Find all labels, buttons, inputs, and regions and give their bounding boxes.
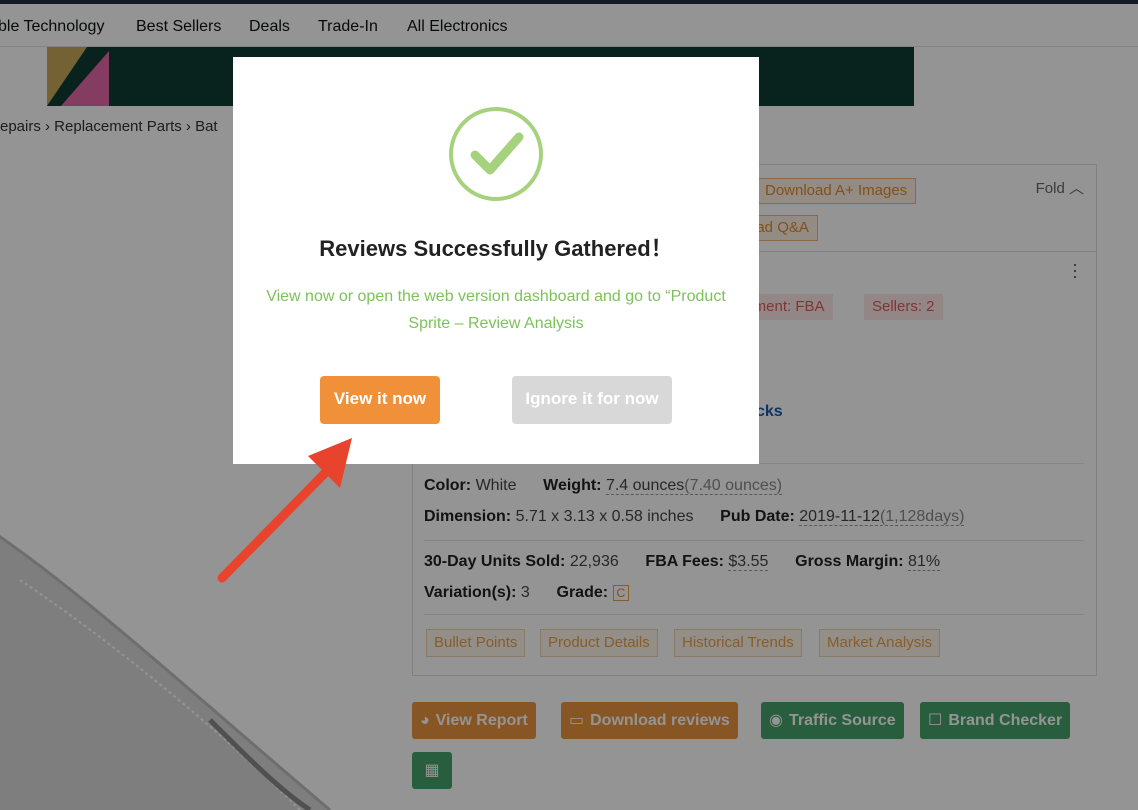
dialog-message: View now or open the web version dashboa… — [266, 288, 726, 332]
red-arrow-icon — [217, 438, 352, 583]
dialog-title: Reviews Successfully Gathered！ — [319, 236, 673, 261]
view-it-now-button[interactable]: View it now — [320, 376, 440, 424]
success-check-icon — [449, 107, 543, 201]
reviews-gathered-dialog: Reviews Successfully Gathered！ View now … — [233, 57, 759, 464]
ignore-it-for-now-button[interactable]: Ignore it for now — [512, 376, 672, 424]
